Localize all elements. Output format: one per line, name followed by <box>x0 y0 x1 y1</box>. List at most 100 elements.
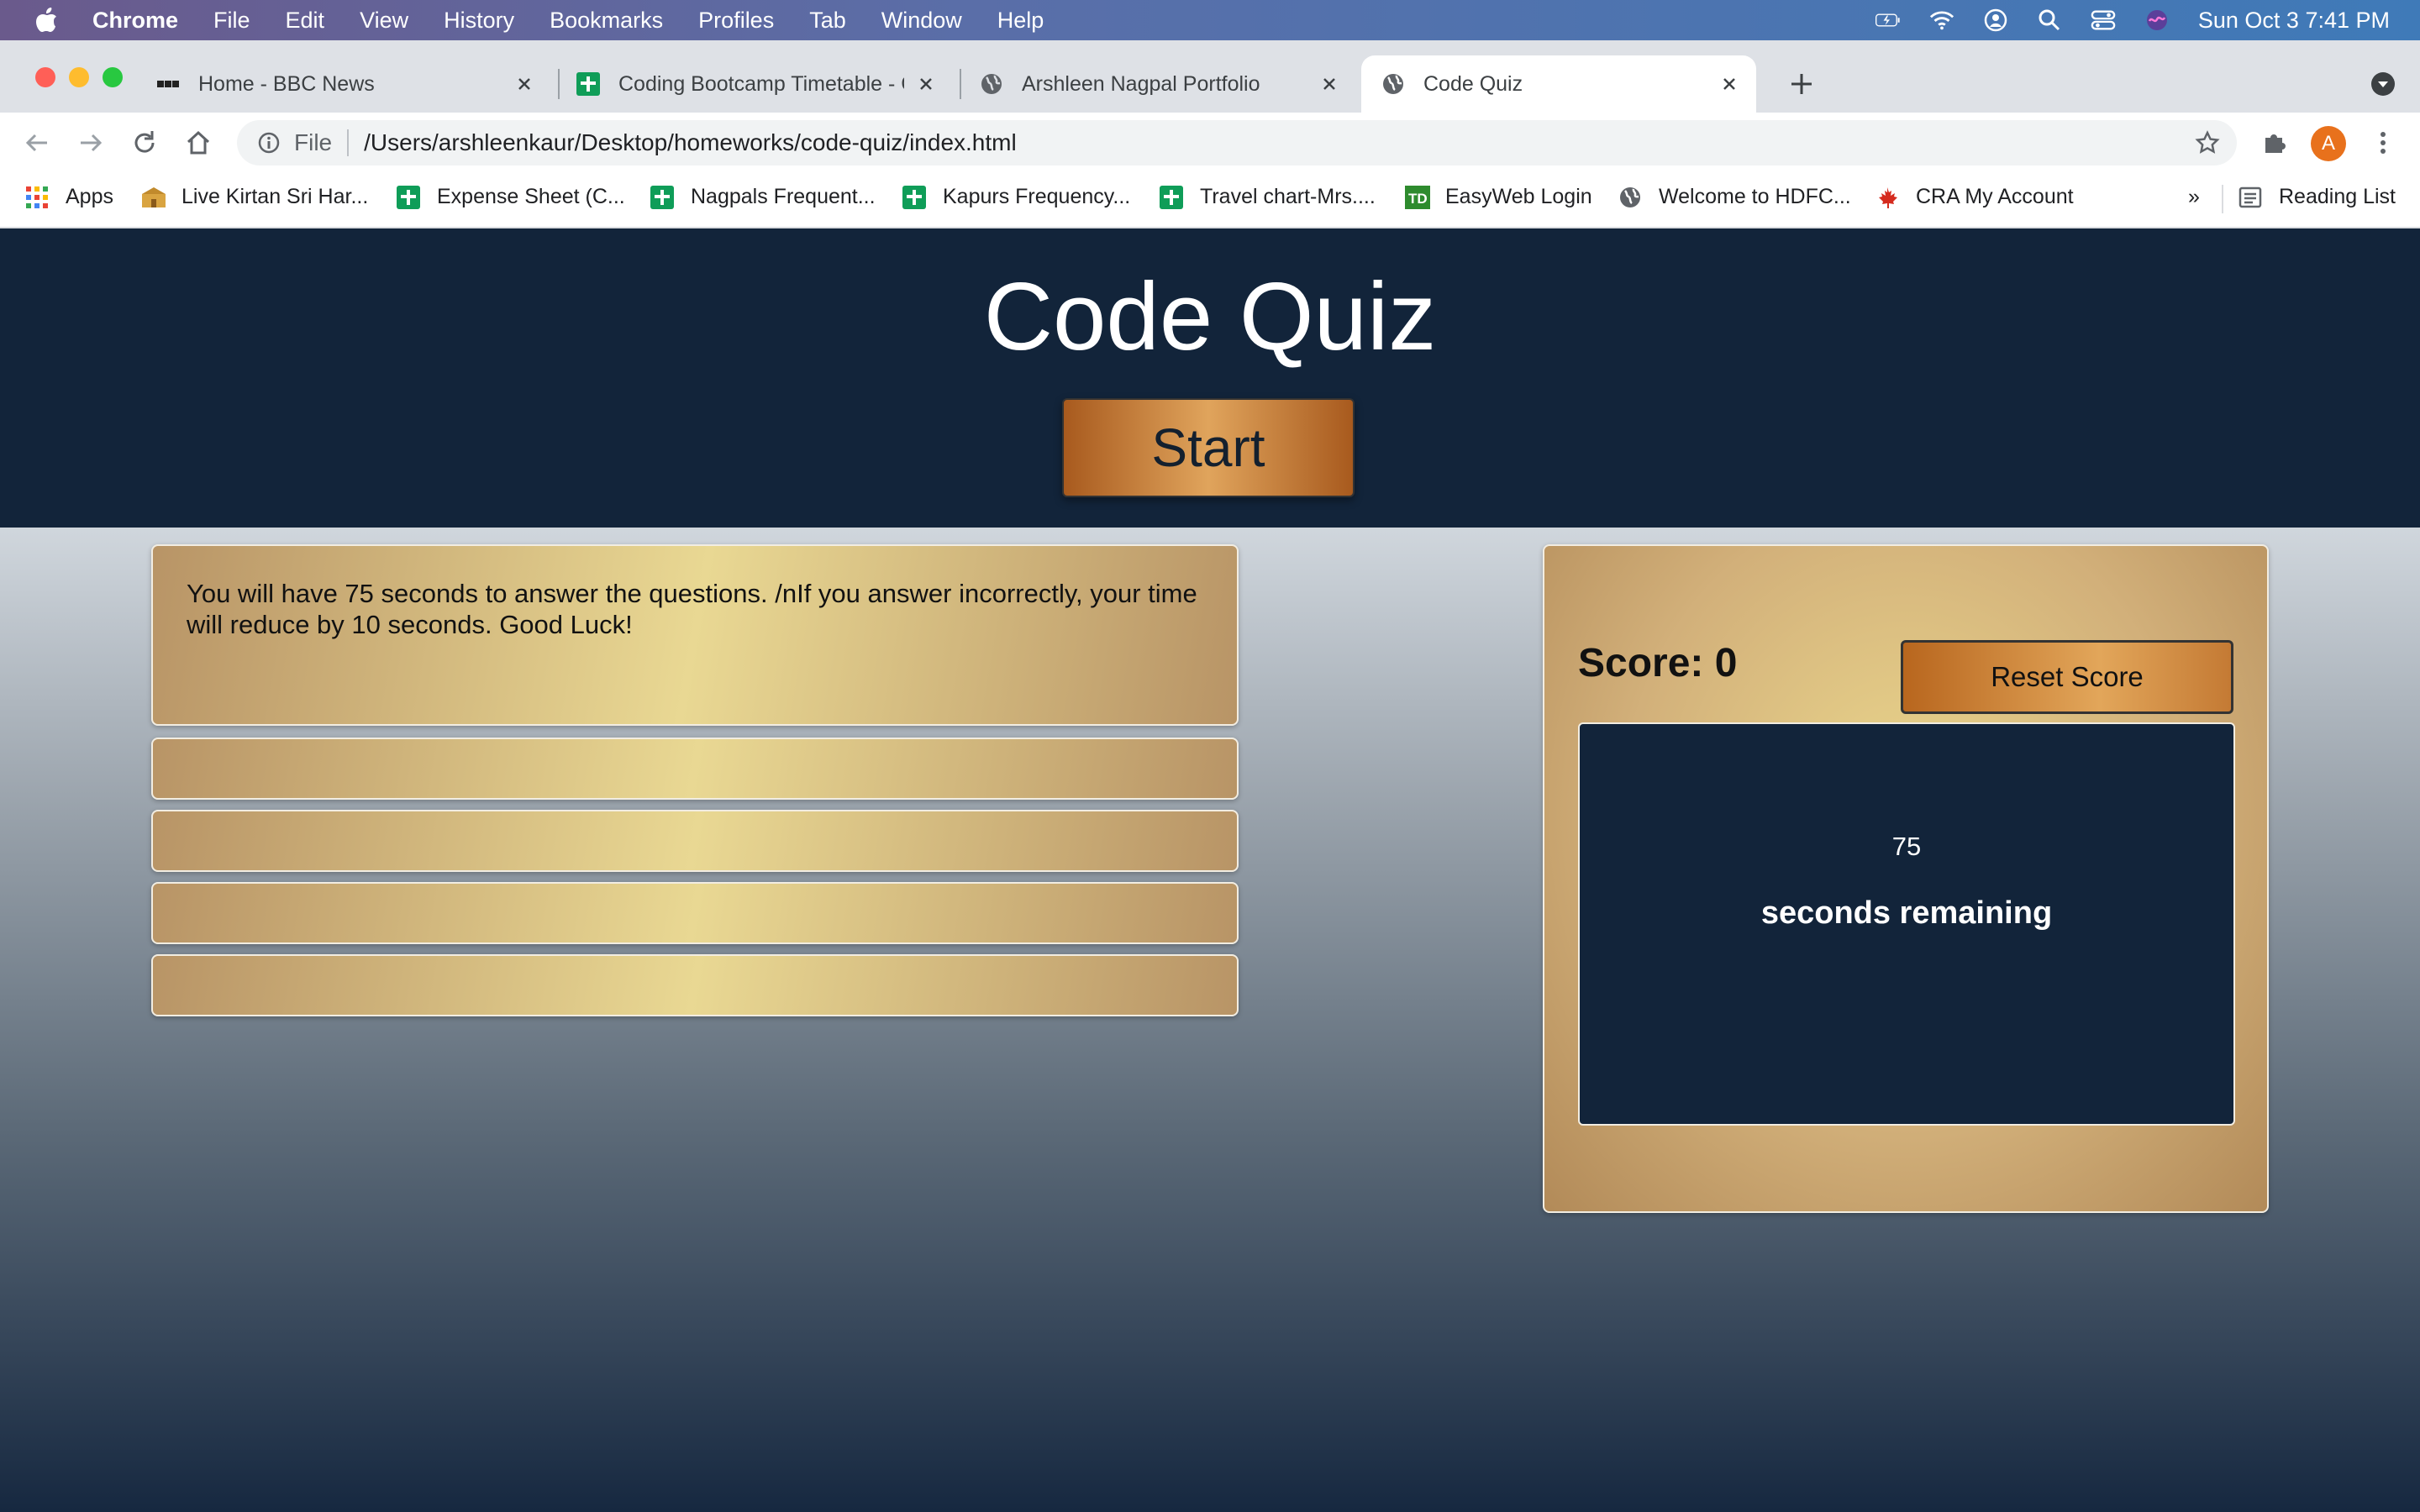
bookmark-travel-chart[interactable]: Travel chart-Mrs.... <box>1160 185 1376 209</box>
reset-score-button[interactable]: Reset Score <box>1901 640 2233 714</box>
tab-label: Coding Bootcamp Timetable - G <box>618 71 904 96</box>
score-label: Score: 0 <box>1578 641 1738 685</box>
tab-divider <box>960 69 961 99</box>
zoom-window-button[interactable] <box>103 67 123 87</box>
answer-option-1[interactable] <box>151 738 1239 800</box>
reading-list-label: Reading List <box>2279 185 2396 208</box>
bbc-icon <box>156 72 180 96</box>
sheets-icon <box>1160 185 1183 209</box>
site-info-icon[interactable] <box>257 131 281 155</box>
maple-leaf-icon <box>1876 186 1899 209</box>
tab-code-quiz[interactable]: Code Quiz <box>1361 55 1756 113</box>
bookmarks-bar: Apps Live Kirtan Sri Har... Expense Shee… <box>0 173 2420 228</box>
quiz-header: Code Quiz Start <box>0 228 2420 528</box>
bookmarks-overflow-chevron[interactable]: » <box>2188 185 2200 209</box>
menu-profiles[interactable]: Profiles <box>698 8 774 34</box>
bookmark-label: Live Kirtan Sri Har... <box>182 185 369 208</box>
tab-arshleen-portfolio[interactable]: Arshleen Nagpal Portfolio <box>980 55 1356 113</box>
bookmark-label: EasyWeb Login <box>1445 185 1592 208</box>
apple-logo-icon[interactable] <box>34 7 59 34</box>
tab-search-icon[interactable] <box>2370 71 2396 97</box>
browser-tab-strip: Home - BBC News Coding Bootcamp Timetabl… <box>0 40 2420 113</box>
tab-label: Code Quiz <box>1423 71 1523 96</box>
reading-list-button[interactable]: Reading List <box>2238 185 2396 209</box>
bookmark-apps[interactable]: Apps <box>25 185 113 209</box>
td-icon: TD <box>1405 185 1430 209</box>
menu-view[interactable]: View <box>360 8 408 34</box>
minimize-window-button[interactable] <box>69 67 89 87</box>
answer-option-2[interactable] <box>151 810 1239 872</box>
url-divider <box>347 129 350 156</box>
svg-text:TD: TD <box>1408 191 1428 207</box>
sheets-icon <box>902 185 926 209</box>
tab-bbc-news[interactable]: Home - BBC News <box>156 55 551 113</box>
profile-avatar[interactable]: A <box>2311 126 2346 161</box>
siri-icon[interactable] <box>2144 8 2170 33</box>
bookmark-kapurs-frequency[interactable]: Kapurs Frequency... <box>902 185 1130 209</box>
bookmark-label: Kapurs Frequency... <box>943 185 1131 208</box>
spotlight-search-icon[interactable] <box>2037 8 2062 33</box>
address-bar[interactable]: File /Users/arshleenkaur/Desktop/homewor… <box>237 120 2237 165</box>
menu-edit[interactable]: Edit <box>286 8 325 34</box>
reload-icon[interactable] <box>129 128 160 158</box>
bookmark-easyweb-login[interactable]: TD EasyWeb Login <box>1405 185 1592 209</box>
close-tab-icon[interactable] <box>1318 72 1341 96</box>
extensions-puzzle-icon[interactable] <box>2260 128 2289 156</box>
close-tab-icon[interactable] <box>513 72 536 96</box>
menu-bar-clock[interactable]: Sun Oct 3 7:41 PM <box>2198 8 2390 34</box>
menu-file[interactable]: File <box>213 8 250 34</box>
back-arrow-icon[interactable] <box>22 128 52 158</box>
page-title: Code Quiz <box>983 264 1437 370</box>
bookmark-label: Welcome to HDFC... <box>1659 185 1851 208</box>
reading-list-icon <box>2238 186 2262 209</box>
menu-app-name[interactable]: Chrome <box>92 8 178 34</box>
bookmark-live-kirtan[interactable]: Live Kirtan Sri Har... <box>141 185 368 209</box>
url-scheme-label: File <box>294 129 333 155</box>
tab-divider <box>558 69 560 99</box>
close-tab-icon[interactable] <box>914 72 938 96</box>
answer-option-3[interactable] <box>151 882 1239 944</box>
bookmark-label: CRA My Account <box>1916 185 2074 208</box>
menu-window[interactable]: Window <box>881 8 962 34</box>
control-center-icon[interactable] <box>2091 8 2116 33</box>
start-button[interactable]: Start <box>1062 398 1355 497</box>
answer-option-4[interactable] <box>151 954 1239 1016</box>
forward-arrow-icon[interactable] <box>76 128 106 158</box>
close-window-button[interactable] <box>35 67 55 87</box>
bookmark-label: Apps <box>66 185 113 208</box>
menu-help[interactable]: Help <box>997 8 1044 34</box>
temple-icon <box>141 186 166 209</box>
bookmarks-divider <box>2222 185 2223 213</box>
menu-tab[interactable]: Tab <box>809 8 846 34</box>
bookmark-expense-sheet[interactable]: Expense Sheet (C... <box>397 185 625 209</box>
menu-bookmarks[interactable]: Bookmarks <box>550 8 663 34</box>
chrome-menu-icon[interactable] <box>2375 128 2391 158</box>
globe-icon <box>980 72 1003 96</box>
bookmark-label: Expense Sheet (C... <box>437 185 625 208</box>
status-area: Sun Oct 3 7:41 PM <box>1875 0 2390 40</box>
close-tab-icon[interactable] <box>1718 72 1741 96</box>
timer-value: 75 <box>1891 832 1922 861</box>
apps-grid-icon <box>25 186 49 209</box>
score-panel: Score: 0 Reset Score 75 seconds remainin… <box>1543 544 2269 1213</box>
bookmark-hdfc[interactable]: Welcome to HDFC... <box>1618 185 1851 209</box>
bookmark-star-icon[interactable] <box>2195 130 2220 155</box>
home-icon[interactable] <box>183 128 213 158</box>
browser-toolbar: File /Users/arshleenkaur/Desktop/homewor… <box>0 113 2420 173</box>
tab-label: Home - BBC News <box>198 71 375 96</box>
sheets-icon <box>576 72 600 96</box>
bookmark-label: Nagpals Frequent... <box>691 185 876 208</box>
macos-menu-bar: Chrome File Edit View History Bookmarks … <box>0 0 2420 40</box>
tab-coding-bootcamp-timetable[interactable]: Coding Bootcamp Timetable - G <box>576 55 953 113</box>
bookmark-nagpals-frequent[interactable]: Nagpals Frequent... <box>650 185 876 209</box>
user-account-icon[interactable] <box>1983 8 2008 33</box>
battery-icon[interactable] <box>1875 8 1901 33</box>
wifi-icon[interactable] <box>1929 8 1954 33</box>
url-text[interactable]: /Users/arshleenkaur/Desktop/homeworks/co… <box>364 129 1017 156</box>
sheets-icon <box>397 185 420 209</box>
new-tab-button[interactable] <box>1786 69 1817 99</box>
bookmark-label: Travel chart-Mrs.... <box>1200 185 1376 208</box>
page-content: Code Quiz Start You will have 75 seconds… <box>0 228 2420 1512</box>
bookmark-cra-my-account[interactable]: CRA My Account <box>1876 185 2074 209</box>
menu-history[interactable]: History <box>444 8 514 34</box>
